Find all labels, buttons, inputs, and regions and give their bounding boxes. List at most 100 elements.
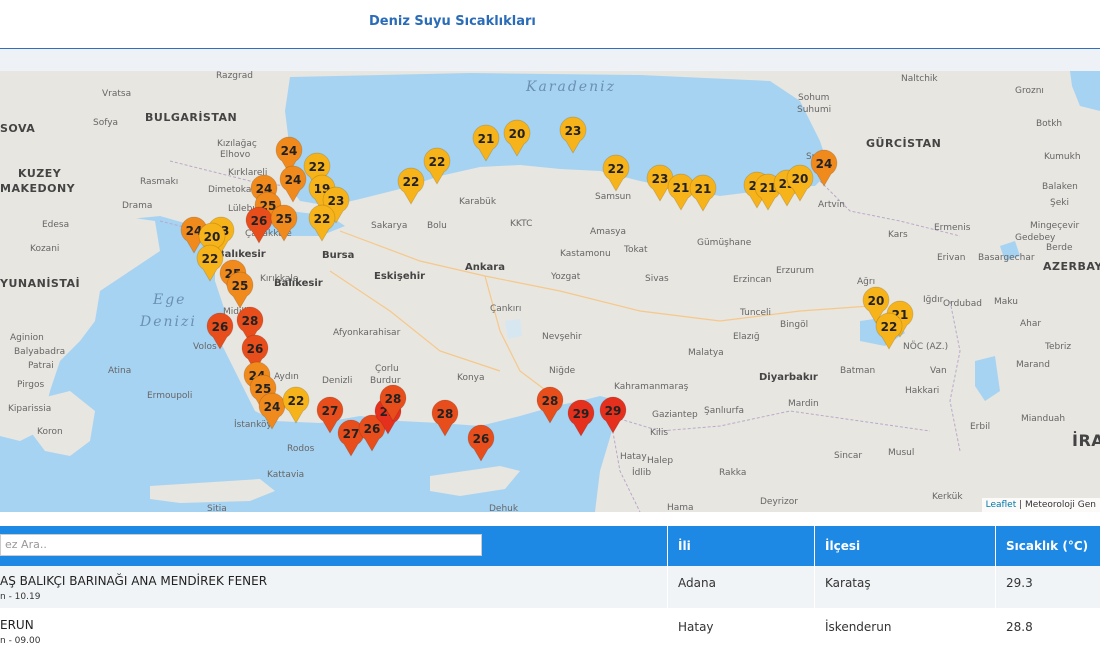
search-input[interactable]: ez Ara.. [0,534,482,556]
country-label: MAKEDONY [0,182,76,195]
city-label: Marand [1016,360,1050,370]
city-label: Ermenis [934,223,971,233]
marker-value: 22 [309,160,326,174]
city-label: Mianduah [1021,414,1065,424]
city-label: Burdur [370,376,401,386]
city-label: Volos [193,342,217,352]
temperature-marker[interactable]: 22 [397,167,425,205]
province-cell: Adana [667,566,814,608]
temperature-marker[interactable]: 22 [282,386,310,424]
city-label: Sincar [834,451,862,461]
district-value: İskenderun [825,620,892,634]
city-label: Tebriz [1044,342,1071,352]
marker-value: 20 [792,172,809,186]
temperature-cell: 28.8 [995,610,1100,650]
column-header-province[interactable]: İli [667,526,814,566]
marker-value: 23 [565,124,582,138]
city-label: Artvin [818,200,845,210]
marker-value: 22 [429,155,446,169]
city-label: Erivan [937,253,965,263]
city-label: Gedebey [1015,233,1056,243]
map-canvas[interactable]: Karadeniz Ege Denizi BULGARİSTAN GÜRCİST… [0,71,1100,512]
city-label: Kastamonu [560,249,611,259]
city-label: Amasya [590,227,626,237]
marker-value: 22 [202,252,219,266]
header-spacer [0,49,1100,71]
city-label: Drama [122,201,152,211]
marker-value: 21 [673,181,690,195]
marker-value: 28 [437,407,454,421]
marker-value: 27 [343,427,360,441]
temperature-marker[interactable]: 22 [602,154,630,192]
city-label: Elazığ [733,332,760,342]
sea-label-aegean-2: Denizi [139,314,197,330]
temperature-value: 28.8 [1006,620,1033,634]
city-label: Razgrad [216,71,253,81]
city-label: Basargechar [978,253,1035,263]
lake-urmia [975,356,1000,401]
map-view[interactable]: Karadeniz Ege Denizi BULGARİSTAN GÜRCİST… [0,71,1100,512]
city-label: Aginion [10,333,44,343]
city-label: Eskişehir [374,271,425,282]
city-label: Pirgos [17,380,44,390]
marker-value: 26 [364,422,381,436]
temperature-markers[interactable]: 2422192324242526252224232022252526282624… [180,116,914,462]
marker-value: 24 [816,157,833,171]
marker-value: 25 [276,212,293,226]
country-label: AZERBAYC [1043,260,1100,273]
city-label: Konya [457,373,485,383]
temperature-cell: 29.3 [995,566,1100,608]
city-label: Balyabadra [14,347,65,357]
marker-value: 26 [247,342,264,356]
city-label: KKTC [510,219,532,229]
city-label: Sohum [798,93,829,103]
city-label: Ordubad [943,299,982,309]
temperature-marker[interactable]: 21 [667,173,695,211]
city-label: Sivas [645,274,669,284]
city-label: Musul [888,448,914,458]
city-label: Bingöl [780,320,808,330]
city-label: Rodos [287,444,315,454]
lake-tuz [505,319,522,339]
city-label: Balıkesir [217,249,266,260]
city-label: Atina [108,366,131,376]
district-value: Karataş [825,576,871,590]
city-label: Ahar [1020,319,1041,329]
city-label: Erbil [970,422,990,432]
marker-value: 22 [608,162,625,176]
marker-value: 27 [322,404,339,418]
city-label: Dimetoka [208,185,251,195]
city-label: Çorlu [375,364,399,374]
location-cell: ERUN n - 09.00 [0,610,667,650]
city-label: Kızılağaç [217,139,257,149]
table-row[interactable]: ERUN n - 09.00 Hatay İskenderun 28.8 [0,610,1100,650]
temperature-marker[interactable]: 21 [689,174,717,212]
marker-value: 25 [232,279,249,293]
marker-value: 28 [385,392,402,406]
sea-label-black-sea: Karadeniz [525,79,616,95]
column-header-temperature[interactable]: Sıcaklık (°C) [995,526,1100,566]
city-label: Hama [667,503,694,512]
city-label: Sitia [207,504,227,512]
city-label: Afyonkarahisar [333,328,401,338]
city-label: Kilis [650,428,668,438]
city-label: Yozgat [550,272,581,282]
temperature-marker[interactable]: 25 [226,271,254,309]
city-label: Gaziantep [652,410,698,420]
city-label: Rakka [719,468,746,478]
city-label: Hakkari [905,386,939,396]
city-label: Kırıkkale [260,274,299,284]
leaflet-link[interactable]: Leaflet [986,500,1017,510]
city-label: Patrai [28,361,54,371]
city-label: NÖC (AZ.) [903,341,948,352]
district-cell: İskenderun [814,610,995,650]
column-header-district[interactable]: İlçesi [814,526,995,566]
caspian-sea [1070,71,1100,111]
table-row[interactable]: AŞ BALIKÇI BARINAĞI ANA MENDİREK FENER n… [0,566,1100,608]
marker-value: 21 [478,132,495,146]
attribution-source: Meteoroloji Gen [1025,500,1096,510]
city-label: Erzincan [733,275,771,285]
city-label: Balaken [1042,182,1078,192]
marker-value: 22 [403,175,420,189]
city-label: Ağrı [857,277,875,287]
